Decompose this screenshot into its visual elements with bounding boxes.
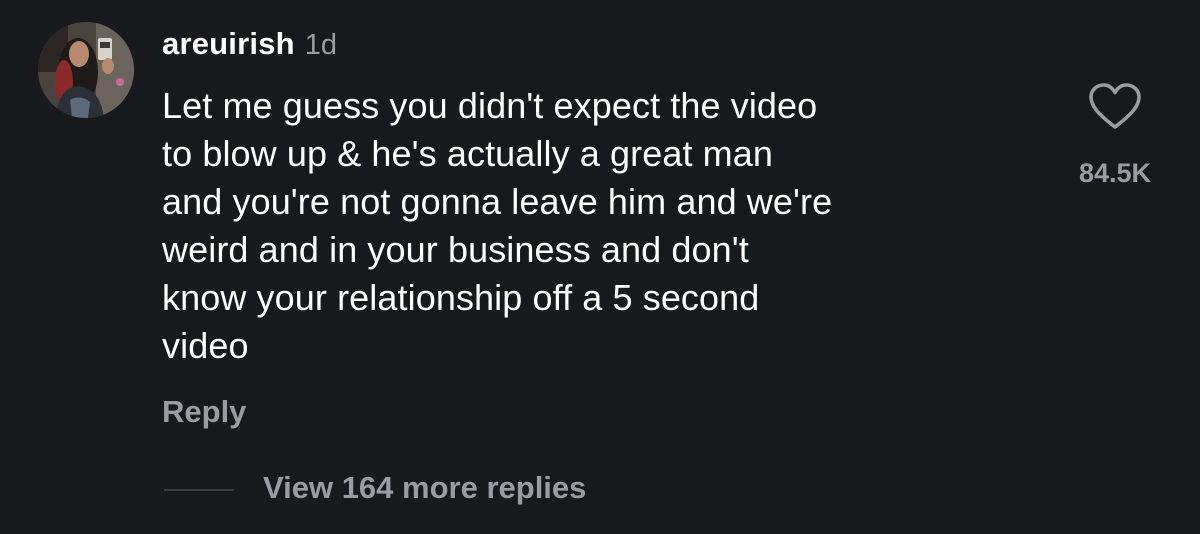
like-count: 84.5K <box>1078 158 1152 188</box>
username[interactable]: areuirish <box>162 26 295 62</box>
replies-divider <box>164 489 234 491</box>
avatar[interactable] <box>38 22 134 118</box>
comment-text-line: Let me guess you didn't expect the video <box>162 85 818 126</box>
view-more-replies-button[interactable]: View 164 more replies <box>263 470 586 506</box>
heart-outline-icon[interactable] <box>1088 83 1142 131</box>
comment-text: Let me guess you didn't expect the video… <box>162 82 1042 370</box>
comment-text-line: know your relationship off a 5 second <box>162 277 760 318</box>
timestamp: 1d <box>304 29 338 61</box>
comment-text-line: weird and in your business and don't <box>162 229 749 270</box>
comment-text-line: and you're not gonna leave him and we're <box>162 181 833 222</box>
comment-text-line: to blow up & he's actually a great man <box>162 133 774 174</box>
comment-header: areuirish 1d <box>162 26 337 66</box>
comment-text-line: video <box>162 325 249 366</box>
comment-item: areuirish 1d Let me guess you didn't exp… <box>0 0 1200 534</box>
reply-button[interactable]: Reply <box>162 394 246 430</box>
avatar-photo <box>38 22 134 118</box>
